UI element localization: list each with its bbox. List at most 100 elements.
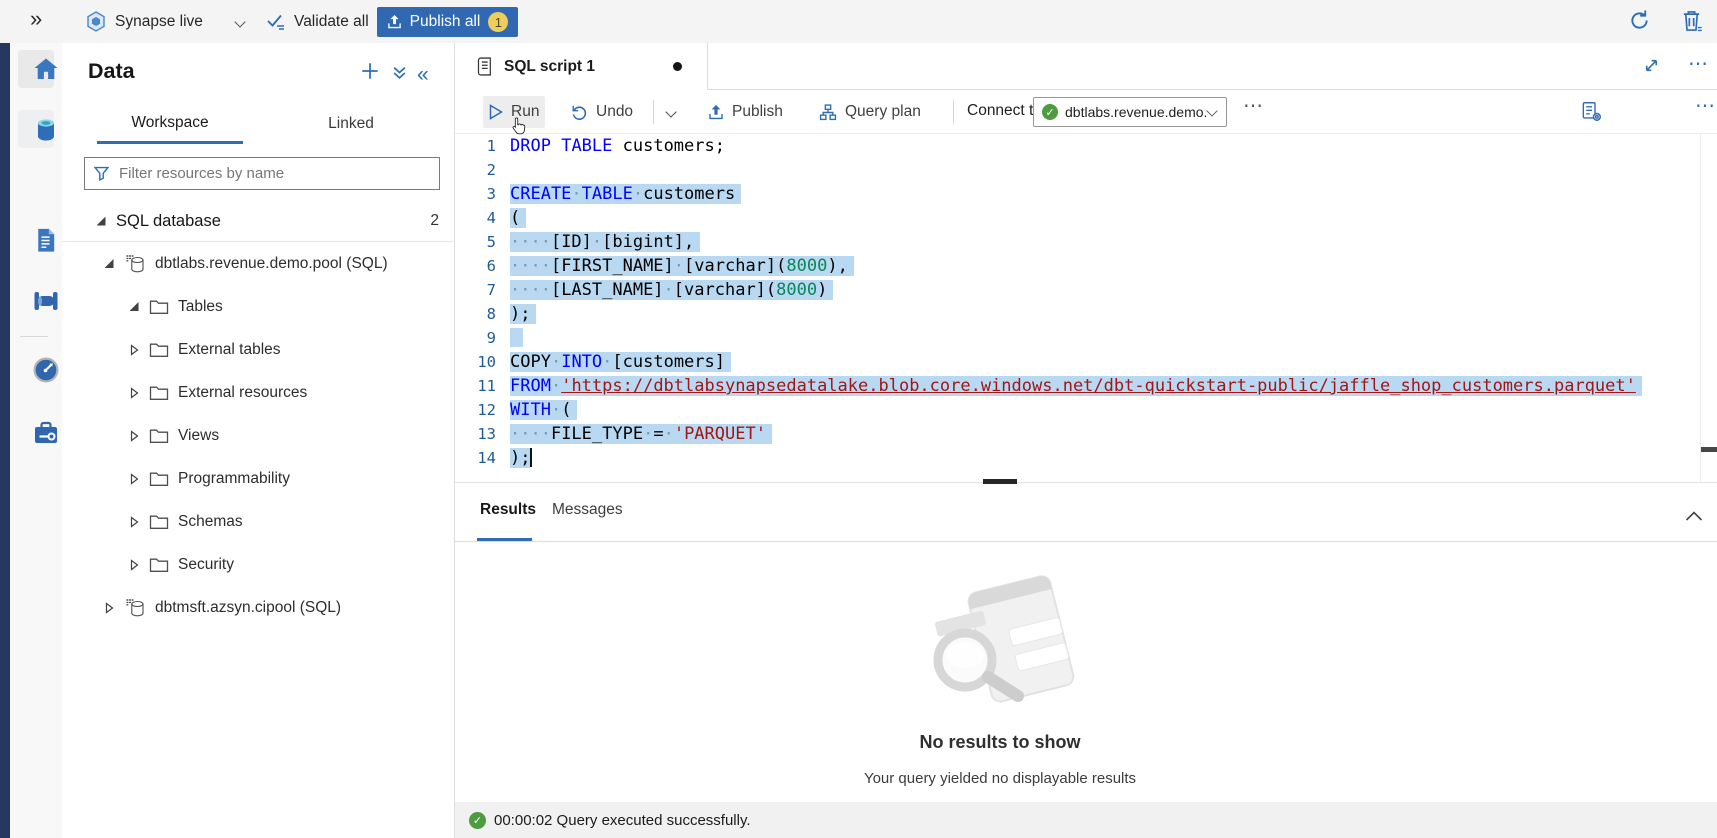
collapse-panel-icon[interactable]: «: [417, 63, 429, 87]
code-line[interactable]: 3CREATE·TABLE·customers: [455, 182, 1717, 206]
double-chevron-down-icon[interactable]: [392, 65, 407, 80]
validate-all-button[interactable]: Validate all: [266, 0, 369, 43]
tab-sql-script-1[interactable]: SQL script 1: [455, 43, 708, 90]
folder-icon: [149, 470, 169, 487]
chevron-collapsed-icon[interactable]: [128, 516, 140, 528]
sidebar-item-home[interactable]: [32, 55, 60, 83]
tree-item-label: Tables: [178, 298, 223, 316]
tree-item-label: dbtmsft.azsyn.cipool (SQL): [155, 599, 341, 617]
tree-item-security[interactable]: Security: [62, 543, 455, 586]
tree-item-dbtmsft-azsyn-cipool-sql-[interactable]: dbtmsft.azsyn.cipool (SQL): [62, 586, 455, 629]
results-tab-bar: Results Messages: [455, 490, 1717, 542]
chevron-expanded-icon[interactable]: [128, 302, 140, 311]
chevron-expanded-icon[interactable]: [95, 217, 107, 226]
undo-button[interactable]: Undo: [565, 96, 639, 128]
refresh-button[interactable]: [1628, 9, 1651, 32]
line-number: 12: [455, 398, 496, 422]
publish-button[interactable]: Publish: [702, 96, 789, 128]
selection-highlight: ····FILE_TYPE·=·'PARQUET': [510, 424, 772, 444]
selection-highlight: );: [510, 448, 530, 468]
code-line[interactable]: 6····[FIRST_NAME]·[varchar](8000),: [455, 254, 1717, 278]
code-line-content: [510, 326, 523, 350]
tree-item-dbtlabs-revenue-demo-pool-sql-[interactable]: dbtlabs.revenue.demo.pool (SQL): [62, 242, 455, 285]
code-line[interactable]: 11FROM·'https://dbtlabsynapsedatalake.bl…: [455, 374, 1717, 398]
workspace-mode-dropdown[interactable]: Synapse live: [86, 0, 244, 43]
tab-linked[interactable]: Linked: [278, 104, 424, 144]
line-number: 14: [455, 446, 496, 470]
expand-editor-icon[interactable]: [1643, 57, 1660, 74]
code-line[interactable]: 4(: [455, 206, 1717, 230]
results-splitter[interactable]: [455, 482, 1717, 483]
add-resource-button[interactable]: [359, 60, 381, 82]
splitter-drag-handle[interactable]: [983, 479, 1017, 484]
code-line[interactable]: 8);: [455, 302, 1717, 326]
tab-more-options-icon[interactable]: ⋯: [1688, 51, 1709, 76]
tree-item-label: Security: [178, 556, 234, 574]
selection-highlight: CREATE·TABLE·customers: [510, 184, 741, 204]
tab-messages[interactable]: Messages: [552, 501, 623, 519]
sidebar-item-develop[interactable]: [32, 226, 59, 254]
code-line[interactable]: 2: [455, 158, 1717, 182]
code-line[interactable]: 14);: [455, 446, 1717, 470]
code-line[interactable]: 5····[ID]·[bigint],: [455, 230, 1717, 254]
sidebar-item-data[interactable]: [32, 116, 60, 144]
chevron-collapsed-icon[interactable]: [128, 559, 140, 571]
publish-all-button[interactable]: Publish all 1: [377, 7, 518, 37]
unsaved-changes-dot: [673, 62, 682, 71]
tab-workspace[interactable]: Workspace: [97, 104, 243, 144]
chevron-down-icon: [1206, 105, 1217, 116]
code-line[interactable]: 9: [455, 326, 1717, 350]
trash-button[interactable]: [1681, 9, 1702, 32]
code-line[interactable]: 12 WITH·(: [455, 398, 1717, 422]
tab-results[interactable]: Results: [480, 501, 536, 519]
sidebar-item-manage[interactable]: [32, 419, 60, 447]
tree-item-views[interactable]: Views: [62, 414, 455, 457]
chevron-down-icon: [234, 16, 245, 27]
code-line[interactable]: 1DROP TABLE customers;: [455, 134, 1717, 158]
tree-item-schemas[interactable]: Schemas: [62, 500, 455, 543]
filter-input[interactable]: [117, 164, 430, 183]
chevron-down-icon: [665, 106, 676, 117]
toolbar-more-options-icon[interactable]: ⋯: [1243, 93, 1264, 118]
tree-item-external-tables[interactable]: External tables: [62, 328, 455, 371]
sql-pool-icon: [124, 597, 146, 619]
line-number: 1: [455, 134, 496, 158]
code-line-content: ····FILE_TYPE·=·'PARQUET': [510, 422, 772, 446]
code-editor[interactable]: 1DROP TABLE customers;23CREATE·TABLE·cus…: [455, 134, 1717, 482]
selection-highlight: (: [510, 208, 526, 228]
code-line-content: WITH·(: [510, 398, 577, 422]
connect-to-pool-dropdown[interactable]: ✓ dbtlabs.revenue.demo.pool: [1033, 97, 1227, 127]
run-options-chevron[interactable]: [661, 96, 681, 128]
editor-more-options-icon[interactable]: ⋯: [1695, 93, 1716, 118]
script-properties-icon[interactable]: [1581, 101, 1602, 122]
chevron-expanded-icon[interactable]: [103, 259, 115, 268]
code-line[interactable]: 7····[LAST_NAME]·[varchar](8000): [455, 278, 1717, 302]
gauge-icon: [32, 356, 60, 384]
tree-item-label: SQL database: [116, 212, 221, 231]
tree-item-sql-database[interactable]: SQL database2: [62, 201, 455, 241]
tree-item-programmability[interactable]: Programmability: [62, 457, 455, 500]
editor-scrollbar-thumb[interactable]: [1701, 447, 1717, 452]
chevron-collapsed-icon[interactable]: [128, 473, 140, 485]
sidebar-item-integrate[interactable]: [32, 287, 60, 315]
line-number: 7: [455, 278, 496, 302]
expand-menu-icon[interactable]: »: [30, 6, 42, 32]
chevron-collapsed-icon[interactable]: [128, 430, 140, 442]
collapse-results-icon[interactable]: [1685, 510, 1703, 522]
code-line[interactable]: 13 ····FILE_TYPE·=·'PARQUET': [455, 422, 1717, 446]
query-plan-button[interactable]: Query plan: [813, 96, 927, 128]
chevron-collapsed-icon[interactable]: [128, 387, 140, 399]
chevron-collapsed-icon[interactable]: [103, 602, 115, 614]
line-number: 13: [455, 422, 496, 446]
line-number: 8: [455, 302, 496, 326]
sidebar-item-monitor[interactable]: [32, 356, 60, 384]
chevron-collapsed-icon[interactable]: [128, 344, 140, 356]
tree-item-external-resources[interactable]: External resources: [62, 371, 455, 414]
selection-highlight: );: [510, 304, 536, 324]
results-body: No results to show Your query yielded no…: [455, 542, 1717, 802]
sql-script-icon: [476, 57, 493, 76]
tree-item-tables[interactable]: Tables: [62, 285, 455, 328]
left-nav-rail: [10, 43, 62, 838]
code-line[interactable]: 10COPY·INTO·[customers]: [455, 350, 1717, 374]
toolbar-divider: [653, 100, 654, 124]
